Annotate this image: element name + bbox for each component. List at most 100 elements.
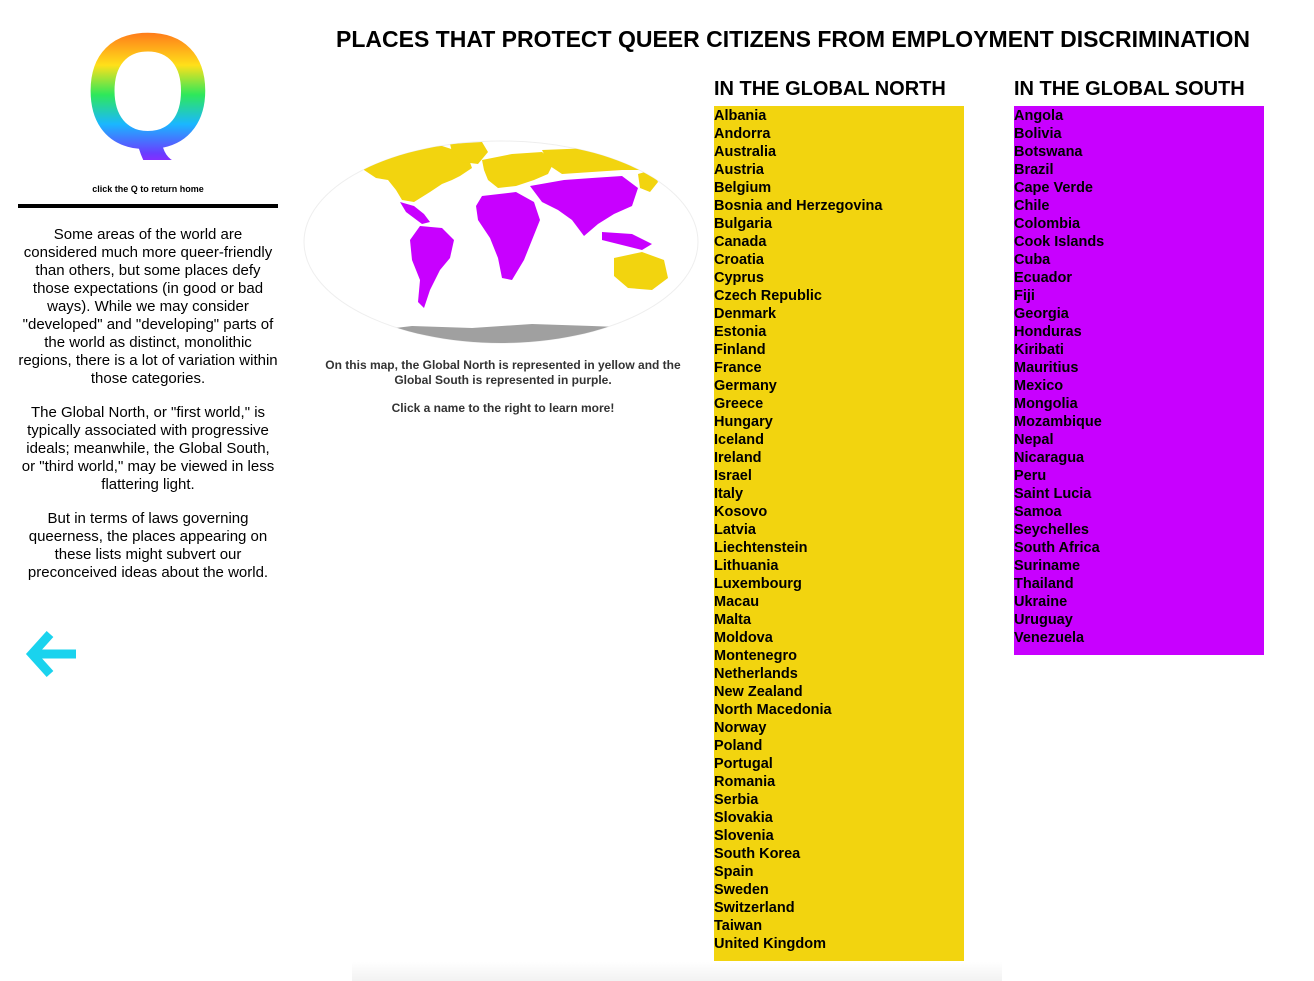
country-link[interactable]: Uruguay [1014,611,1264,629]
country-link[interactable]: North Macedonia [714,701,964,719]
country-link[interactable]: Angola [1014,107,1264,125]
country-link[interactable]: Belgium [714,179,964,197]
country-link[interactable]: Ireland [714,449,964,467]
country-link[interactable]: South Africa [1014,539,1264,557]
country-link[interactable]: Luxembourg [714,575,964,593]
country-link[interactable]: Honduras [1014,323,1264,341]
country-link[interactable]: Montenegro [714,647,964,665]
country-link[interactable]: Brazil [1014,161,1264,179]
country-link[interactable]: Bulgaria [714,215,964,233]
country-link[interactable]: Fiji [1014,287,1264,305]
country-link[interactable]: Norway [714,719,964,737]
country-link[interactable]: Hungary [714,413,964,431]
home-logo-link[interactable]: Q [90,20,210,160]
country-link[interactable]: Italy [714,485,964,503]
world-map [302,140,700,344]
country-link[interactable]: Macau [714,593,964,611]
country-link[interactable]: Ukraine [1014,593,1264,611]
country-link[interactable]: Cook Islands [1014,233,1264,251]
arrow-left-icon [25,630,76,678]
logo-letter: Q [90,20,210,160]
country-link[interactable]: Serbia [714,791,964,809]
country-link[interactable]: Finland [714,341,964,359]
country-link[interactable]: Slovakia [714,809,964,827]
country-link[interactable]: Peru [1014,467,1264,485]
country-link[interactable]: Denmark [714,305,964,323]
country-link[interactable]: Bolivia [1014,125,1264,143]
north-country-list: Albania Andorra Australia Austria Belgium Bos… [714,106,964,961]
country-link[interactable]: Netherlands [714,665,964,683]
map-antarctica [342,324,672,343]
back-arrow-button[interactable] [24,628,80,680]
country-link[interactable]: Nepal [1014,431,1264,449]
country-link[interactable]: Lithuania [714,557,964,575]
country-link[interactable]: Latvia [714,521,964,539]
country-link[interactable]: Greece [714,395,964,413]
country-link[interactable]: Seychelles [1014,521,1264,539]
country-link[interactable]: Portugal [714,755,964,773]
map-caption-text: On this map, the Global North is represe… [325,358,681,387]
intro-text: Some areas of the world are considered m… [18,226,278,598]
country-link[interactable]: Kiribati [1014,341,1264,359]
country-link[interactable]: Romania [714,773,964,791]
country-link[interactable]: Australia [714,143,964,161]
country-link[interactable]: Mongolia [1014,395,1264,413]
country-link[interactable]: Czech Republic [714,287,964,305]
south-country-list: Angola Bolivia Botswana Brazil Cape Verde Chi… [1014,106,1264,655]
country-link[interactable]: Bosnia and Herzegovina [714,197,964,215]
country-link[interactable]: Suriname [1014,557,1264,575]
country-link[interactable]: Saint Lucia [1014,485,1264,503]
country-link[interactable]: Iceland [714,431,964,449]
country-link[interactable]: Liechtenstein [714,539,964,557]
map-instruction: Click a name to the right to learn more! [391,401,615,415]
country-link[interactable]: Ecuador [1014,269,1264,287]
south-heading: IN THE GLOBAL SOUTH [1014,78,1245,100]
divider [18,204,278,208]
home-hint: click the Q to return home [92,184,204,194]
country-link[interactable]: Mexico [1014,377,1264,395]
country-link[interactable]: United Kingdom [714,935,964,953]
page-title: PLACES THAT PROTECT QUEER CITIZENS FROM … [336,26,1251,52]
country-link[interactable]: France [714,359,964,377]
country-link[interactable]: Venezuela [1014,629,1264,647]
country-link[interactable]: Slovenia [714,827,964,845]
country-link[interactable]: Taiwan [714,917,964,935]
country-link[interactable]: Mauritius [1014,359,1264,377]
country-link[interactable]: Thailand [1014,575,1264,593]
country-link[interactable]: Spain [714,863,964,881]
country-link[interactable]: Georgia [1014,305,1264,323]
rainbow-q-logo: Q [90,20,210,160]
country-link[interactable]: Germany [714,377,964,395]
country-link[interactable]: Colombia [1014,215,1264,233]
country-link[interactable]: Mozambique [1014,413,1264,431]
country-link[interactable]: Estonia [714,323,964,341]
country-link[interactable]: Kosovo [714,503,964,521]
country-link[interactable]: Cape Verde [1014,179,1264,197]
country-link[interactable]: Cuba [1014,251,1264,269]
country-link[interactable]: Poland [714,737,964,755]
country-link[interactable]: South Korea [714,845,964,863]
country-link[interactable]: Cyprus [714,269,964,287]
intro-paragraph: The Global North, or "first world," is t… [21,404,275,493]
country-link[interactable]: Switzerland [714,899,964,917]
footer-shadow [352,962,1002,981]
map-north-asia [542,148,662,174]
country-link[interactable]: Israel [714,467,964,485]
country-link[interactable]: Botswana [1014,143,1264,161]
north-heading: IN THE GLOBAL NORTH [714,78,946,100]
country-link[interactable]: Samoa [1014,503,1264,521]
intro-paragraph: But in terms of laws governing queerness… [27,510,269,581]
country-link[interactable]: Sweden [714,881,964,899]
country-link[interactable]: Malta [714,611,964,629]
country-link[interactable]: Chile [1014,197,1264,215]
country-link[interactable]: Moldova [714,629,964,647]
country-link[interactable]: Albania [714,107,964,125]
country-link[interactable]: Croatia [714,251,964,269]
country-link[interactable]: Andorra [714,125,964,143]
intro-paragraph: Some areas of the world are considered m… [18,226,278,387]
country-link[interactable]: Austria [714,161,964,179]
country-link[interactable]: New Zealand [714,683,964,701]
map-caption: On this map, the Global North is represe… [322,358,684,429]
country-link[interactable]: Canada [714,233,964,251]
country-link[interactable]: Nicaragua [1014,449,1264,467]
